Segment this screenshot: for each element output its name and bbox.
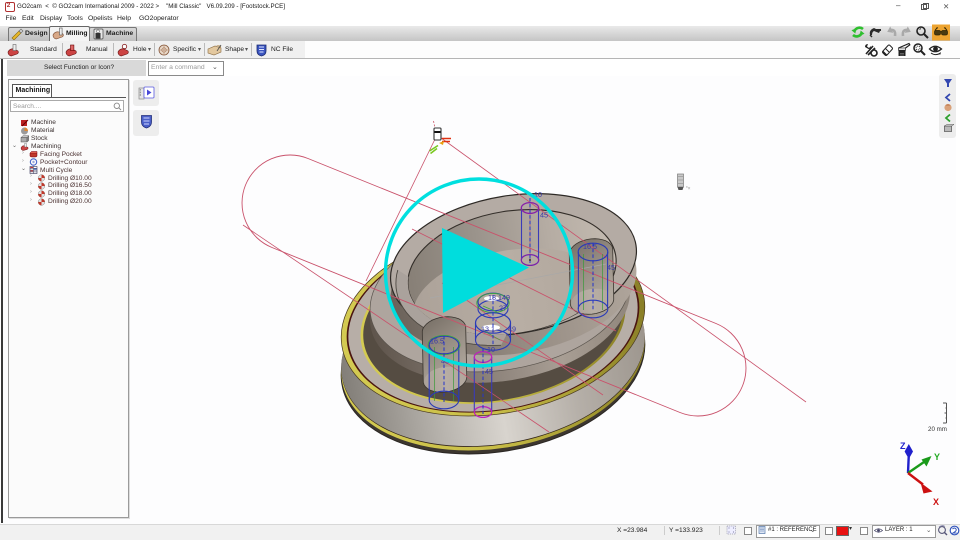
svg-text:Y: Y	[934, 452, 940, 462]
svg-text:10: 10	[487, 345, 495, 354]
svg-text:27: 27	[499, 304, 507, 313]
svg-text:16.5: 16.5	[583, 242, 597, 251]
svg-text:45: 45	[607, 263, 615, 272]
svg-text:X: X	[933, 497, 939, 507]
svg-text:20 mm: 20 mm	[928, 426, 947, 433]
svg-text:Z: Z	[900, 441, 906, 451]
svg-text:13.1: 13.1	[481, 325, 495, 334]
svg-text:18.149: 18.149	[488, 293, 510, 302]
svg-text:˟×: ˟×	[686, 185, 691, 192]
svg-text:45: 45	[540, 211, 548, 220]
svg-text:49: 49	[508, 325, 516, 334]
svg-text:16.5: 16.5	[430, 337, 444, 346]
svg-text:45: 45	[485, 367, 493, 376]
